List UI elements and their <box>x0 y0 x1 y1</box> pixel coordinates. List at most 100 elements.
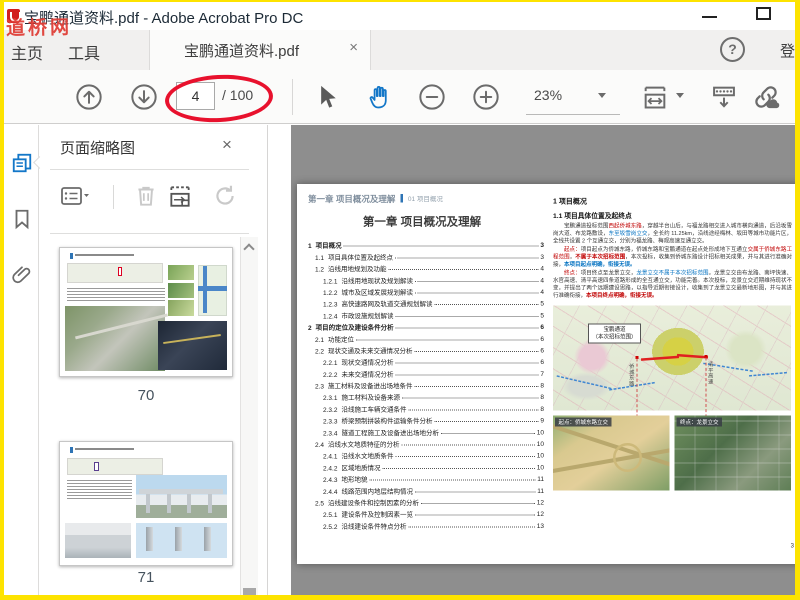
article-paragraph-2: 起点：项目起点为侨城东路，侨城东路和宝鹏通道在起点处形成地下互通立交属于侨城东路… <box>553 246 793 268</box>
tab-tools[interactable]: 工具 <box>68 40 100 64</box>
location-map: 宝鹏通道 （本次招标范围） 侨城东路 清平高速 <box>553 305 791 423</box>
article-heading-1: 1 项目概况 <box>553 197 587 205</box>
next-page-button[interactable] <box>130 83 158 111</box>
toc-entry: 1.2.3 高快速路网及轨道交通规划解读 5 <box>323 299 544 309</box>
tab-home[interactable]: 主页 <box>11 40 43 64</box>
chapter-title: 第一章 项目概况及理解 <box>362 215 482 228</box>
toc-entry: 1.2.1 沿线用地现状及规划解读 4 <box>323 276 544 285</box>
watermark-text: 道桥网 <box>5 17 73 40</box>
thumbnail-label-71: 71 <box>137 569 155 586</box>
map-callout-line2: （本次招标范围） <box>592 334 637 340</box>
document-tab-close-icon[interactable]: × <box>349 39 358 56</box>
thumbnails-panel: 页面缩略图 × 70 71 <box>40 125 268 595</box>
hand-tool-icon[interactable] <box>367 83 395 111</box>
pdf-page: 第一章 项目概况及理解 01 项目概况 第一章 项目概况及理解 1 项目概况 3 1.… <box>297 184 795 564</box>
toc-entry: 2.3.1 施工材料及设备来源 8 <box>323 393 544 402</box>
toc-entry: 2.3.4 隧道工程施工及设备进出场地分析 10 <box>323 428 544 437</box>
end-photo-caption: 终点：龙景立交 <box>676 417 722 427</box>
acrobat-window: 宝鹏通道资料.pdf - Adobe Acrobat Pro DC 道桥网 主页… <box>4 2 795 595</box>
document-area: 第一章 项目概况及理解 01 项目概况 第一章 项目概况及理解 1 项目概况 3 1.… <box>291 125 795 595</box>
toc-entry: 2.4.3 地形地貌 11 <box>323 475 544 484</box>
attachments-icon[interactable] <box>11 263 33 287</box>
pdf-page-number: 3 <box>790 542 794 549</box>
main-toolbar: 4 / 100 23% <box>4 70 795 124</box>
location-map-image: 宝鹏通道 （本次招标范围） 侨城东路 清平高速 <box>553 305 791 411</box>
map-road-label-left: 侨城东路 <box>628 363 635 387</box>
toc-entry: 2.2 现状交通及未来交通情况分析 6 <box>315 346 544 355</box>
toc-entry: 2.3 施工材料及设备进出场地条件 8 <box>315 381 544 391</box>
toc-entry: 2.4.1 沿线水文地质条件 10 <box>323 451 544 461</box>
running-header-chapter: 第一章 项目概况及理解 <box>308 194 396 205</box>
toc-entry: 1.2.2 城市及区域发展规划解读 4 <box>323 287 544 297</box>
fit-dropdown-caret-icon[interactable] <box>676 93 684 98</box>
thumbnail-options-icon[interactable] <box>60 183 89 209</box>
fit-width-button[interactable] <box>641 83 669 111</box>
running-header-section: 01 项目概况 <box>407 195 443 203</box>
start-interchange-photo: 起点：侨城东路立交 <box>553 415 670 491</box>
map-callout-line1: 宝鹏通道 <box>603 326 626 333</box>
toc-entry: 2.2.1 现状交通情况分析 6 <box>323 358 544 367</box>
toolbar-panel-toggle-icon[interactable] <box>710 83 738 111</box>
scrollbar-thumb[interactable] <box>243 588 256 595</box>
panel-title: 页面缩略图 <box>60 140 136 157</box>
toc-entry: 2.5 沿线建设条件和控制因素的分析 12 <box>315 498 544 507</box>
photos-row: 起点：侨城东路立交 终点：龙景立交 <box>553 415 792 491</box>
zoom-level-value[interactable]: 23% <box>534 87 562 103</box>
rotate-pages-icon[interactable] <box>212 183 238 209</box>
article-column: 1 项目概况 1.1 项目具体位置及起终点 宝鹏通道投标范围西起侨城东路，穿越半… <box>553 196 792 491</box>
page-thumbnails-icon[interactable] <box>11 151 33 175</box>
toc-entry: 2 项目的定位及建设条件分析 6 <box>308 323 544 332</box>
map-dashed-line-left <box>636 358 638 423</box>
minimize-button[interactable] <box>702 16 717 18</box>
running-header-divider <box>400 194 403 203</box>
document-tab[interactable]: 宝鹏通道资料.pdf × <box>149 30 371 70</box>
document-tab-label: 宝鹏通道资料.pdf <box>184 43 300 60</box>
tab-bar: 主页 工具 宝鹏通道资料.pdf × ? 登录 <box>4 30 795 70</box>
article-paragraph-1: 宝鹏通道投标范围西起侨城东路，穿越半台山后，与福龙路相交进入城市横向通道，后沿坂… <box>553 223 793 244</box>
zoom-dropdown-caret-icon[interactable] <box>598 93 606 98</box>
scrollbar-up-arrow-icon[interactable] <box>243 243 255 255</box>
toc-entry: 2.2.2 未来交通情况分析 7 <box>323 369 544 379</box>
crop-pages-icon[interactable] <box>167 183 193 209</box>
thumbnail-label-70: 70 <box>137 387 155 404</box>
bookmarks-icon[interactable] <box>11 207 33 231</box>
toc-entry: 2.1 功能定位 6 <box>315 334 544 344</box>
end-interchange-photo: 终点：龙景立交 <box>674 415 791 491</box>
toc-entry: 1.2 沿线用地规划及功能 4 <box>315 264 544 274</box>
toc-entry: 2.5.1 建设条件及控制因素一览 12 <box>323 510 544 519</box>
map-road-label-right: 清平高速 <box>707 361 714 385</box>
share-link-icon[interactable] <box>752 83 780 111</box>
previous-page-button[interactable] <box>75 83 103 111</box>
login-link[interactable]: 登录 <box>780 40 795 61</box>
toc-entry: 2.3.3 桥梁预制拼装构件运输条件分析 9 <box>323 416 544 426</box>
panel-scrollbar[interactable] <box>240 237 258 595</box>
delete-pages-icon[interactable] <box>133 183 159 209</box>
panel-close-icon[interactable]: × <box>222 135 232 155</box>
navigation-rail <box>4 125 39 595</box>
article-paragraph-3: 终点：项目终点至龙景立交，龙景立交不属于本次招标范围。龙景立交由布龙路、南坪快速… <box>553 270 792 299</box>
toc-entry: 1.1 项目具体位置及起终点 3 <box>315 252 544 262</box>
page-running-header: 第一章 项目概况及理解 01 项目概况 <box>308 192 443 205</box>
toolbar-separator <box>292 79 293 115</box>
toc-entry: 1.2.4 市政设施规划解读 5 <box>323 311 544 320</box>
maximize-button[interactable] <box>756 7 771 20</box>
thumbnail-page-71[interactable] <box>59 441 233 566</box>
article-heading-1-1: 1.1 项目具体位置及起终点 <box>553 212 632 220</box>
table-of-contents: 1 项目概况 3 1.1 项目具体位置及起终点 3 1.2 沿线用地规划及功能 4 1.2.1 沿线… <box>308 238 544 530</box>
toc-entry: 2.3.2 沿线施工车辆交通条件 8 <box>323 404 544 414</box>
screenshot-frame: 宝鹏通道资料.pdf - Adobe Acrobat Pro DC 道桥网 主页… <box>0 0 800 600</box>
body-area: 页面缩略图 × 70 71 第一章 项目概况及理解 01 项目概况 第一章 项目… <box>4 125 795 595</box>
selection-tool-icon[interactable] <box>313 83 341 111</box>
zoom-out-button[interactable] <box>418 83 446 111</box>
panel-splitter[interactable] <box>269 125 291 595</box>
page-total-label: / 100 <box>222 87 254 103</box>
help-icon[interactable]: ? <box>720 37 745 62</box>
toc-entry: 2.4.4 线路范围内地层结构情况 11 <box>323 486 544 496</box>
start-photo-caption: 起点：侨城东路立交 <box>555 417 612 427</box>
thumbnail-page-70[interactable] <box>59 247 233 377</box>
toc-entry: 2.4.2 区域地质情况 10 <box>323 463 544 472</box>
title-bar: 宝鹏通道资料.pdf - Adobe Acrobat Pro DC <box>4 2 795 30</box>
zoom-in-button[interactable] <box>472 83 500 111</box>
page-number-input[interactable]: 4 <box>176 82 215 110</box>
toc-entry: 2.5.2 沿线建设条件特点分析 13 <box>323 521 544 531</box>
